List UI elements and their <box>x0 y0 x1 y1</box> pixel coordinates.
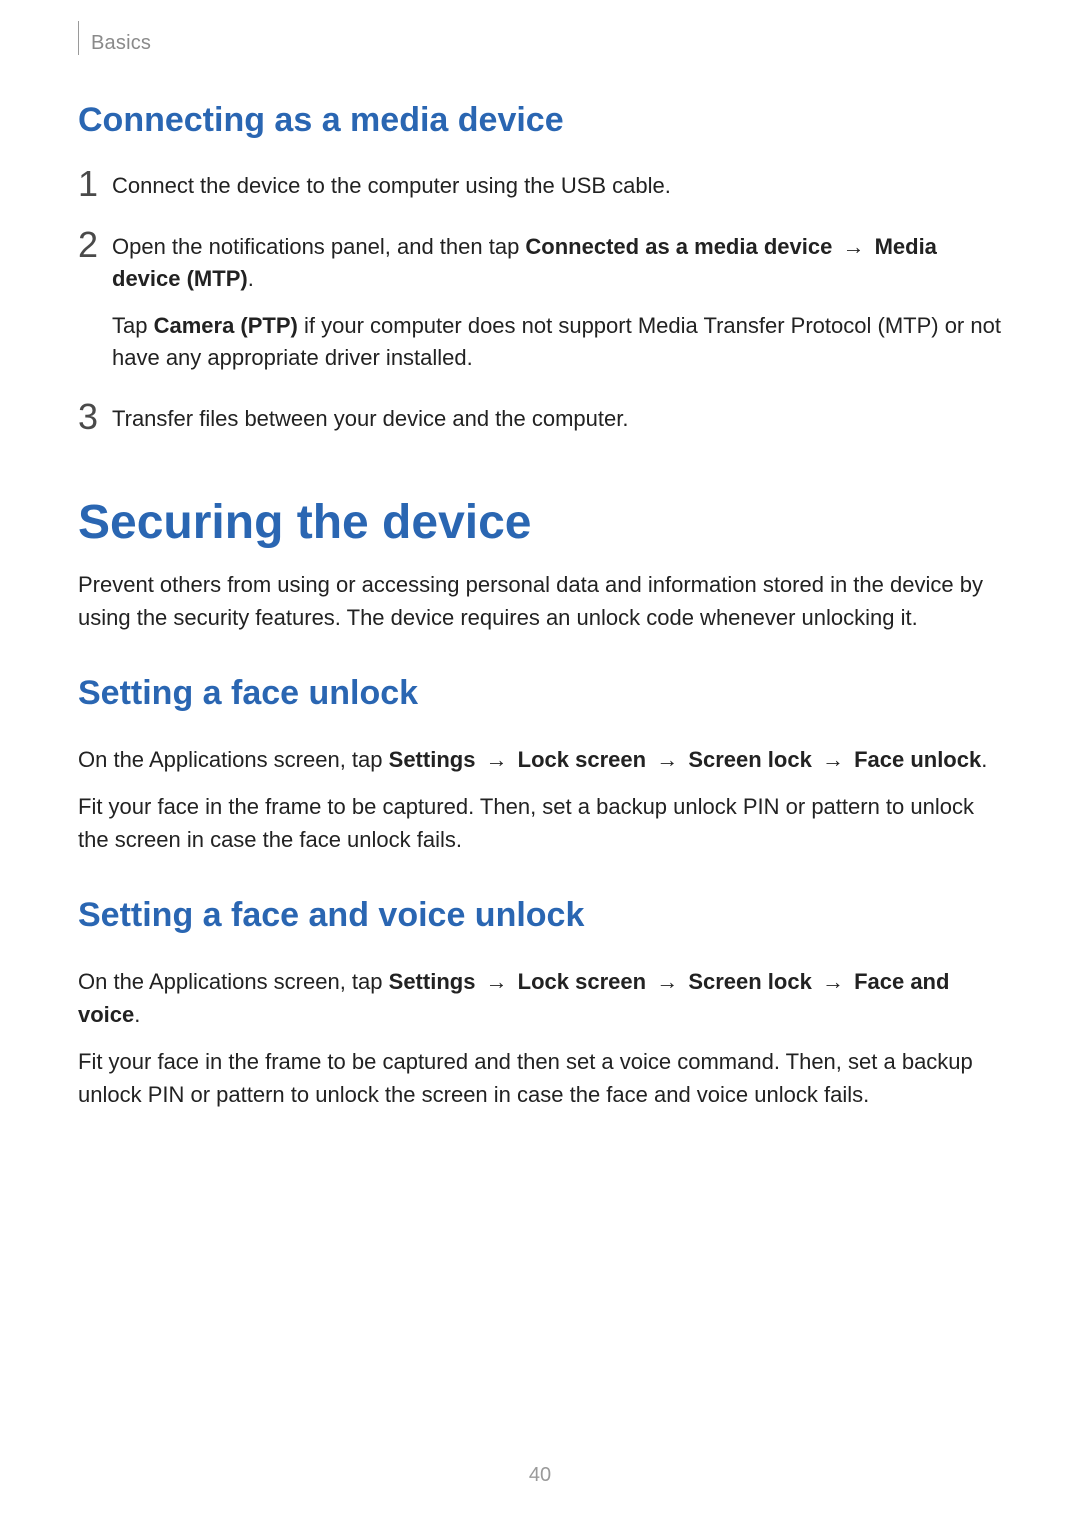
arrow-icon: → <box>646 747 688 772</box>
text: On the Applications screen, tap <box>78 969 389 994</box>
steps-list: 1 Connect the device to the computer usi… <box>78 170 1002 435</box>
instruction-line: Fit your face in the frame to be capture… <box>78 790 1002 856</box>
bold-text: Connected as a media device <box>525 234 832 259</box>
bold-text: Face unlock <box>854 747 981 772</box>
heading-connecting-media-device: Connecting as a media device <box>78 101 1002 140</box>
instruction-line: On the Applications screen, tap Settings… <box>78 743 1002 776</box>
bold-text: Settings <box>389 969 476 994</box>
step-text: Open the notifications panel, and then t… <box>112 231 1002 296</box>
bold-text: Screen lock <box>688 969 812 994</box>
step-2: 2 Open the notifications panel, and then… <box>78 231 1002 375</box>
header-divider <box>78 21 79 55</box>
bold-text: Lock screen <box>518 747 646 772</box>
manual-page: Basics Connecting as a media device 1 Co… <box>0 0 1080 1527</box>
text: . <box>248 266 254 291</box>
arrow-icon: → <box>475 969 517 994</box>
step-note: Tap Camera (PTP) if your computer does n… <box>112 310 1002 375</box>
arrow-icon: → <box>646 969 688 994</box>
heading-face-voice-unlock: Setting a face and voice unlock <box>78 896 1002 935</box>
page-number: 40 <box>0 1464 1080 1487</box>
bold-text: Lock screen <box>518 969 646 994</box>
step-body: Connect the device to the computer using… <box>112 170 1002 203</box>
text: . <box>134 1002 140 1027</box>
intro-text: Prevent others from using or accessing p… <box>78 568 1002 634</box>
text: Open the notifications panel, and then t… <box>112 234 525 259</box>
heading-securing-device: Securing the device <box>78 495 1002 550</box>
step-number: 3 <box>78 399 112 435</box>
step-body: Open the notifications panel, and then t… <box>112 231 1002 375</box>
page-header: Basics <box>78 32 1002 55</box>
instruction-line: On the Applications screen, tap Settings… <box>78 965 1002 1031</box>
text: . <box>981 747 987 772</box>
heading-face-unlock: Setting a face unlock <box>78 674 1002 713</box>
step-text: Transfer files between your device and t… <box>112 403 1002 436</box>
arrow-icon: → <box>812 747 854 772</box>
bold-text: Settings <box>389 747 476 772</box>
bold-text: Screen lock <box>688 747 812 772</box>
step-text: Connect the device to the computer using… <box>112 170 1002 203</box>
step-1: 1 Connect the device to the computer usi… <box>78 170 1002 203</box>
step-number: 1 <box>78 166 112 202</box>
instruction-line: Fit your face in the frame to be capture… <box>78 1045 1002 1111</box>
step-3: 3 Transfer files between your device and… <box>78 403 1002 436</box>
text: Tap <box>112 313 154 338</box>
step-body: Transfer files between your device and t… <box>112 403 1002 436</box>
arrow-icon: → <box>812 969 854 994</box>
section-face-unlock: Setting a face unlock On the Application… <box>78 674 1002 856</box>
arrow-icon: → <box>832 234 874 259</box>
arrow-icon: → <box>475 747 517 772</box>
bold-text: Camera (PTP) <box>154 313 298 338</box>
section-label: Basics <box>91 32 151 55</box>
step-number: 2 <box>78 227 112 263</box>
text: On the Applications screen, tap <box>78 747 389 772</box>
section-face-voice-unlock: Setting a face and voice unlock On the A… <box>78 896 1002 1111</box>
